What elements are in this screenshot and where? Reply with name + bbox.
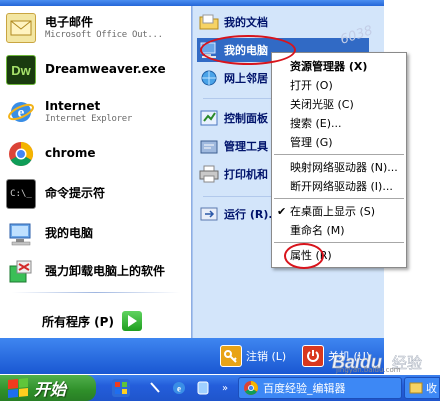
right-item-my-documents[interactable]: 我的文档 xyxy=(199,10,268,34)
right-item-control-panel[interactable]: 控制面板 xyxy=(199,106,268,130)
taskbar-task-2[interactable]: 收 xyxy=(404,377,440,399)
recent-item-mycomputer[interactable]: 我的电脑 xyxy=(6,216,188,252)
folder-icon xyxy=(199,12,219,32)
ctx-item-show-on-desktop[interactable]: ✔ 在桌面上显示 (S) xyxy=(272,202,406,221)
right-item-label: 管理工具 xyxy=(224,140,268,153)
pinned-item-subtitle: Microsoft Office Out... xyxy=(45,29,163,40)
ctx-item-open[interactable]: 打开 (O) xyxy=(272,76,406,95)
start-button[interactable]: 开始 xyxy=(0,375,96,401)
right-item-network-places[interactable]: 网上邻居 xyxy=(199,66,268,90)
ctx-divider xyxy=(274,242,404,243)
quicklaunch-cursor-icon[interactable] xyxy=(146,379,164,397)
pinned-item-subtitle: Internet Explorer xyxy=(45,113,133,124)
pinned-item-internet[interactable]: e Internet Internet Explorer xyxy=(6,94,188,130)
recent-item-title: chrome xyxy=(45,147,96,161)
ctx-item-label: 在桌面上显示 (S) xyxy=(290,205,376,218)
all-programs-button[interactable]: 所有程序 (P) xyxy=(42,309,172,333)
pinned-item-title: Dreamweaver.exe xyxy=(45,63,166,77)
right-item-run[interactable]: 运行 (R)... xyxy=(199,202,281,226)
ctx-item-rename[interactable]: 重命名 (M) xyxy=(272,221,406,240)
uninstaller-icon xyxy=(6,257,36,287)
ctx-item-disconnect-drive[interactable]: 断开网络驱动器 (I)... xyxy=(272,177,406,196)
right-item-label: 网上邻居 xyxy=(224,72,268,85)
ctx-divider xyxy=(274,198,404,199)
internet-explorer-icon: e xyxy=(6,97,36,127)
ctx-item-close-drive[interactable]: 关闭光驱 (C) xyxy=(272,95,406,114)
recent-item-title: 我的电脑 xyxy=(45,227,94,241)
right-item-label: 控制面板 xyxy=(224,112,268,125)
quicklaunch-windows-icon[interactable] xyxy=(112,379,130,397)
my-computer-icon xyxy=(6,219,36,249)
key-icon xyxy=(220,345,242,367)
recent-item-cmd[interactable]: C:\_ 命令提示符 xyxy=(6,176,188,212)
admin-tools-icon xyxy=(199,136,219,156)
check-icon: ✔ xyxy=(277,205,287,218)
start-label: 开始 xyxy=(34,380,67,399)
right-item-label: 我的文档 xyxy=(224,16,268,29)
ctx-item-search[interactable]: 搜索 (E)... xyxy=(272,114,406,133)
ctx-divider xyxy=(274,154,404,155)
ctx-item-manage[interactable]: 管理 (G) xyxy=(272,133,406,152)
start-menu-left-pane: 电子邮件 Microsoft Office Out... Dw Dreamwea… xyxy=(0,6,192,338)
recent-item-uninstaller[interactable]: 强力卸载电脑上的软件 xyxy=(6,254,188,290)
annotation-circle-my-computer xyxy=(200,35,296,65)
ctx-item-map-drive[interactable]: 映射网络驱动器 (N)... xyxy=(272,158,406,177)
quicklaunch-media-icon[interactable] xyxy=(194,379,212,397)
start-menu-footer: 注销 (L) 关机 (U) xyxy=(0,338,384,374)
arrow-right-icon xyxy=(121,311,142,331)
taskbar-task-label: 百度经验_编辑器 xyxy=(263,382,346,395)
printer-icon xyxy=(199,164,219,184)
recent-item-chrome[interactable]: chrome xyxy=(6,136,188,172)
pinned-item-dreamweaver[interactable]: Dw Dreamweaver.exe xyxy=(6,52,188,88)
logoff-button[interactable]: 注销 (L) xyxy=(220,344,286,368)
ctx-item-explorer[interactable]: 资源管理器 (X) xyxy=(272,57,406,76)
quicklaunch-ie-icon[interactable]: e xyxy=(170,379,188,397)
taskbar-task-baidu-editor[interactable]: 百度经验_编辑器 xyxy=(238,377,402,399)
windows-logo-icon xyxy=(8,377,28,399)
network-icon xyxy=(199,68,219,88)
all-programs-label: 所有程序 (P) xyxy=(42,314,114,329)
context-menu: 资源管理器 (X) 打开 (O) 关闭光驱 (C) 搜索 (E)... 管理 (… xyxy=(271,52,407,268)
run-icon xyxy=(199,204,219,224)
right-item-admin-tools[interactable]: 管理工具 xyxy=(199,134,268,158)
control-panel-icon xyxy=(199,108,219,128)
chrome-icon xyxy=(6,139,36,169)
command-prompt-icon: C:\_ xyxy=(6,179,36,209)
taskbar-task-label: 收 xyxy=(426,382,437,395)
dreamweaver-icon: Dw xyxy=(6,55,36,85)
svg-text:e: e xyxy=(177,384,181,394)
watermark-url: jingyan.baidu.com xyxy=(336,366,401,374)
pinned-item-title: 电子邮件 xyxy=(45,15,94,29)
pinned-item-email[interactable]: 电子邮件 Microsoft Office Out... xyxy=(6,10,188,46)
recent-item-title: 命令提示符 xyxy=(45,187,106,201)
power-icon xyxy=(302,345,324,367)
window-icon xyxy=(409,382,423,394)
taskbar: 开始 e » 百度经验_编辑器 收 xyxy=(0,375,440,401)
right-item-printers[interactable]: 打印机和 xyxy=(199,162,268,186)
recent-item-title: 强力卸载电脑上的软件 xyxy=(45,265,166,279)
left-pane-divider xyxy=(12,292,180,293)
chrome-icon xyxy=(244,381,258,395)
quicklaunch-expand-icon[interactable]: » xyxy=(216,379,234,397)
right-item-label: 打印机和 xyxy=(224,168,268,181)
pinned-item-title: Internet xyxy=(45,99,101,113)
annotation-circle-properties xyxy=(284,243,324,269)
logoff-label: 注销 (L) xyxy=(246,350,287,363)
email-icon xyxy=(6,13,36,43)
